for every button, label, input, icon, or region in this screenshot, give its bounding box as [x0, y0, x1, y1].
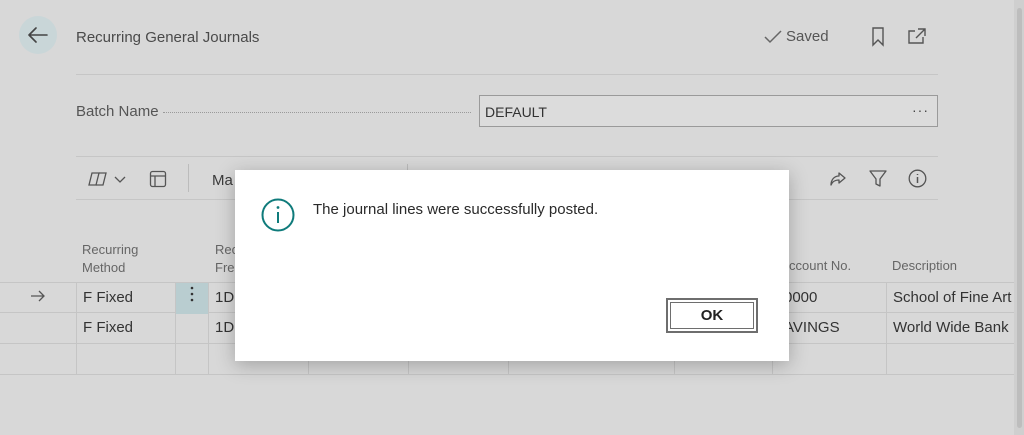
batch-name-label: Batch Name: [76, 103, 159, 120]
page-scrollbar[interactable]: [1014, 0, 1024, 435]
arrow-right-icon: [31, 290, 45, 302]
info-icon: [261, 198, 295, 232]
cell-method[interactable]: F Fixed: [77, 283, 176, 314]
cell-account-no[interactable]: AVINGS: [773, 313, 887, 344]
saved-label: Saved: [786, 28, 829, 45]
filter-icon[interactable]: [869, 169, 887, 188]
back-button[interactable]: [19, 16, 57, 54]
copilot-menu-button[interactable]: [88, 170, 127, 188]
cell-description[interactable]: School of Fine Art: [887, 283, 1014, 314]
header-line: Method: [82, 260, 126, 275]
message-dialog: The journal lines were successfully post…: [235, 170, 789, 361]
row-actions-button[interactable]: [176, 283, 209, 314]
batch-name-value: DEFAULT: [485, 104, 547, 120]
share-icon[interactable]: [829, 170, 847, 188]
header-line: Recurring: [82, 242, 139, 257]
cell-empty[interactable]: [887, 344, 1014, 375]
scrollbar-thumb[interactable]: [1017, 8, 1022, 428]
chevron-down-icon: [114, 176, 126, 183]
row-indicator: [0, 313, 77, 344]
row-actions-cell[interactable]: [176, 313, 209, 344]
column-header-recurring-method[interactable]: Recurring Method: [82, 241, 138, 277]
bookmark-icon[interactable]: [871, 27, 885, 47]
checkmark-icon: [764, 29, 782, 43]
toolbar-action-label[interactable]: Ma: [212, 172, 233, 189]
open-new-window-icon[interactable]: [907, 27, 927, 45]
copilot-icon: [88, 172, 107, 186]
more-vertical-icon: [190, 286, 194, 302]
column-header-account-no[interactable]: ccount No.: [789, 257, 851, 275]
edit-list-icon[interactable]: [149, 170, 167, 188]
row-indicator: [0, 344, 77, 375]
row-indicator: [0, 283, 77, 314]
column-header-description[interactable]: Description: [892, 257, 957, 275]
saved-status: Saved: [764, 28, 829, 45]
ok-label: OK: [670, 302, 754, 329]
header-divider: [76, 74, 938, 75]
cell-method[interactable]: F Fixed: [77, 313, 176, 344]
ok-button[interactable]: OK: [666, 298, 758, 333]
dialog-message: The journal lines were successfully post…: [313, 201, 599, 218]
cell-empty[interactable]: [176, 344, 209, 375]
cell-empty[interactable]: [77, 344, 176, 375]
batch-lookup-button[interactable]: ···: [912, 102, 929, 118]
toolbar-separator: [188, 164, 189, 192]
cell-empty[interactable]: [773, 344, 887, 375]
page-title: Recurring General Journals: [76, 29, 260, 46]
cell-description[interactable]: World Wide Bank: [887, 313, 1014, 344]
info-icon[interactable]: [908, 169, 927, 188]
field-leader-dots: [163, 112, 471, 113]
toolbar-top-divider: [76, 156, 938, 157]
cell-account-no[interactable]: 0000: [773, 283, 887, 314]
batch-name-field[interactable]: DEFAULT ···: [479, 95, 938, 127]
arrow-left-icon: [28, 27, 48, 43]
